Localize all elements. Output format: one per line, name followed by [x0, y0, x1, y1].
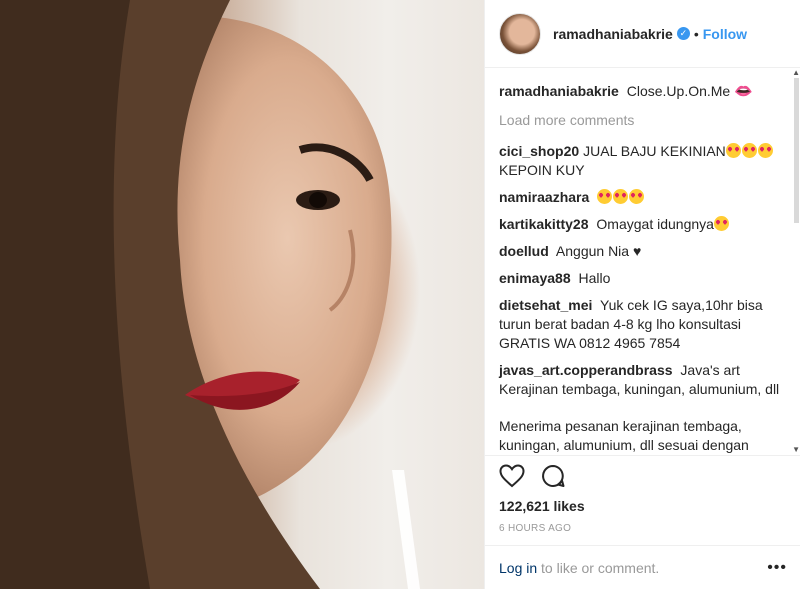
heart-eyes-emoji-icon	[757, 143, 773, 158]
heart-eyes-emoji-icon	[597, 189, 613, 204]
post-timestamp[interactable]: 6 HOURS AGO	[499, 523, 787, 534]
comment-text: Hallo	[578, 270, 611, 286]
comment-text: Anggun Nia ♥	[555, 243, 642, 259]
heart-icon[interactable]	[499, 463, 525, 493]
caption-username[interactable]: ramadhaniabakrie	[499, 83, 619, 99]
caption: ramadhaniabakrie Close.Up.On.Me 👄	[499, 82, 785, 101]
comments-list[interactable]: ramadhaniabakrie Close.Up.On.Me 👄 Load m…	[485, 68, 800, 454]
likes-count[interactable]: 122,621 likes	[499, 498, 787, 514]
lips-emoji-icon: 👄	[734, 83, 753, 100]
heart-eyes-emoji-icon	[613, 189, 629, 204]
comment-username[interactable]: namiraazhara	[499, 189, 589, 205]
heart-eyes-emoji-icon	[741, 143, 757, 158]
author-username[interactable]: ramadhaniabakrie	[553, 26, 673, 42]
comment-text: Menerima pesanan kerajinan tembaga, kuni…	[499, 418, 749, 453]
comments-scrollbar[interactable]: ▲ ▼	[792, 68, 800, 454]
follow-button[interactable]: Follow	[703, 26, 747, 42]
avatar[interactable]	[499, 12, 541, 55]
scroll-up-arrow-icon[interactable]: ▲	[792, 68, 800, 77]
comment-text: Omaygat idungnya	[596, 216, 714, 232]
list-item: enimaya88 Hallo	[499, 269, 785, 288]
comment-username[interactable]: javas_art.copperandbrass	[499, 362, 673, 378]
comment-text-continued: KEPOIN KUY	[499, 162, 585, 178]
comment-username[interactable]: doellud	[499, 243, 549, 259]
post-header: ramadhaniabakrie ✓ • Follow	[485, 0, 800, 68]
login-footer: Log in to like or comment. •••	[485, 545, 800, 589]
list-item: cici_shop20 JUAL BAJU KEKINIAN KEPOIN KUY	[499, 142, 785, 180]
list-item: dietsehat_mei Yuk cek IG saya,10hr bisa …	[499, 296, 785, 353]
login-prompt-text: to like or comment.	[537, 559, 660, 576]
heart-eyes-emoji-icon	[713, 216, 729, 231]
login-link[interactable]: Log in	[499, 560, 537, 576]
post-photo[interactable]	[0, 0, 484, 589]
verified-badge-icon: ✓	[676, 27, 690, 40]
heart-eyes-emoji-icon	[629, 189, 645, 204]
scroll-thumb[interactable]	[794, 78, 799, 223]
comment-username[interactable]: enimaya88	[499, 270, 571, 286]
list-item: javas_art.copperandbrass Java's art Kera…	[499, 361, 785, 399]
list-item: kartikakitty28 Omaygat idungnya	[499, 215, 785, 234]
post-side-panel: ramadhaniabakrie ✓ • Follow ramadhaniaba…	[484, 0, 800, 589]
caption-text: Close.Up.On.Me	[626, 83, 731, 99]
list-item: Menerima pesanan kerajinan tembaga, kuni…	[499, 417, 785, 454]
post-actions: 122,621 likes 6 HOURS AGO	[485, 455, 800, 545]
comment-icon[interactable]	[541, 464, 565, 493]
portrait-illustration	[0, 0, 420, 589]
load-more-comments-button[interactable]: Load more comments	[499, 111, 785, 130]
action-icons	[499, 463, 787, 493]
scroll-down-arrow-icon[interactable]: ▼	[792, 445, 800, 454]
comment-username[interactable]: kartikakitty28	[499, 216, 589, 232]
more-options-icon[interactable]: •••	[767, 559, 787, 577]
list-item: namiraazhara	[499, 188, 785, 207]
comment-text: JUAL BAJU KEKINIAN	[583, 143, 726, 159]
heart-eyes-emoji-icon	[725, 143, 741, 158]
comment-username[interactable]: cici_shop20	[499, 143, 579, 159]
list-item: doellud Anggun Nia ♥	[499, 242, 785, 261]
header-separator: •	[693, 25, 699, 42]
comment-username[interactable]: dietsehat_mei	[499, 297, 592, 313]
